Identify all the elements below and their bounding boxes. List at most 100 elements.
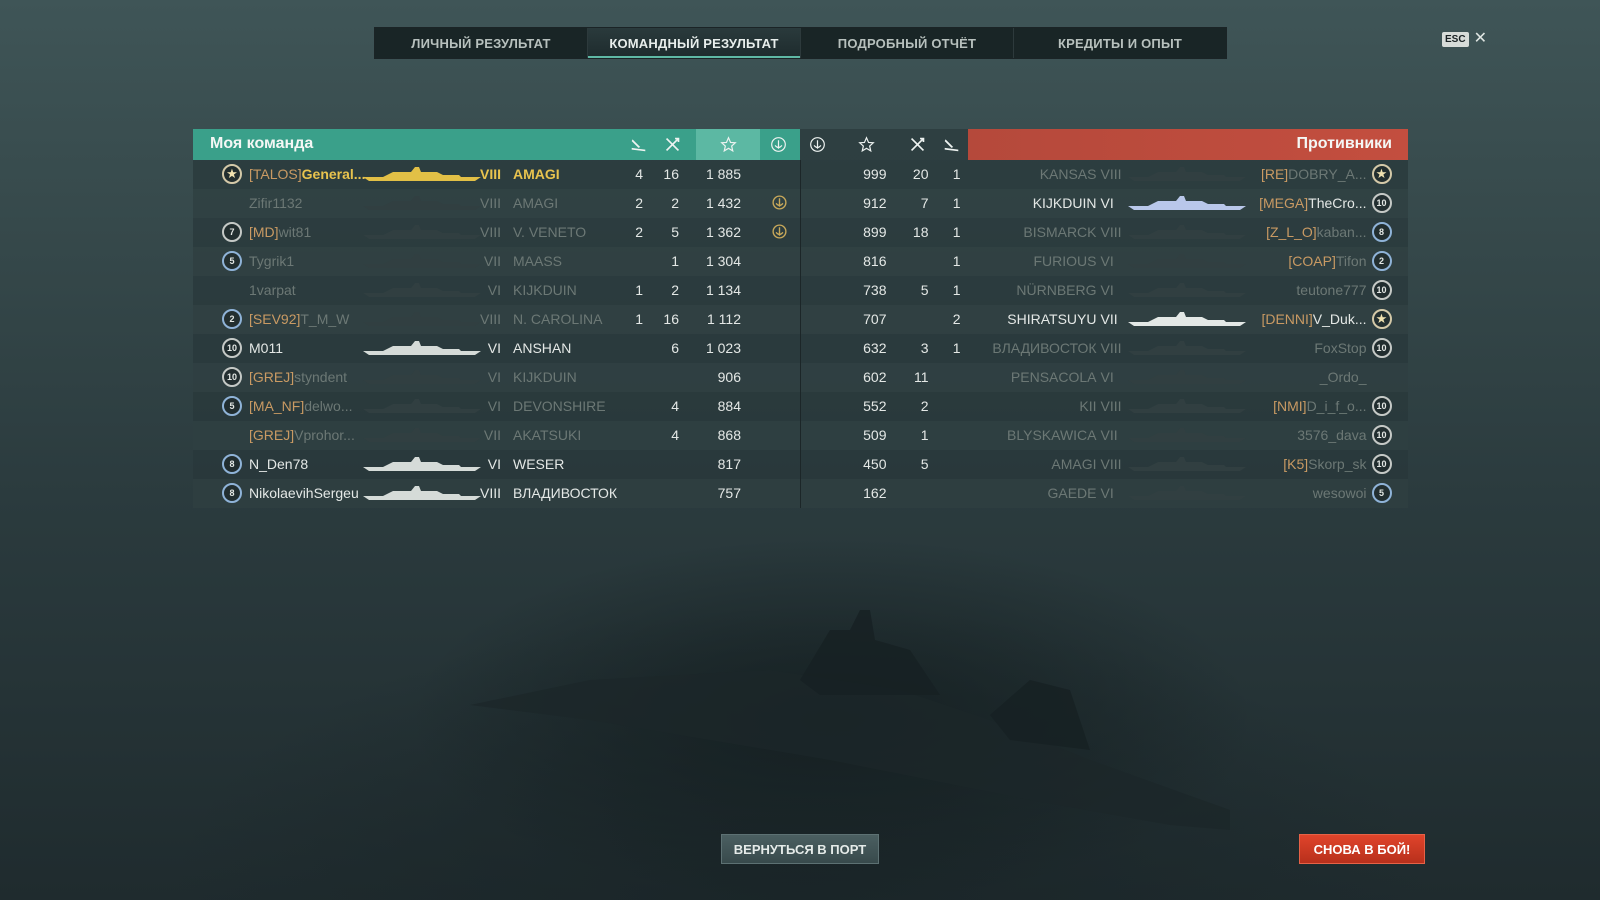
tab-credits-and-xp[interactable]: КРЕДИТЫ И ОПЫТ — [1014, 28, 1226, 58]
ship-tier: VI — [1100, 195, 1114, 211]
table-header: Моя команда Противники — [193, 129, 1408, 160]
clan-tag: [DENNI] — [1261, 311, 1313, 327]
player-name: D_i_f_o... — [1306, 398, 1367, 414]
planes-icon — [621, 129, 655, 160]
return-to-port-button[interactable]: ВЕРНУТЬСЯ В ПОРТ — [721, 834, 879, 864]
enemy-team-player[interactable]: 912 7 1 KIJKDUIN VI [MEGA]TheCro... 10 — [799, 189, 1409, 218]
my-team-player[interactable]: 1varpat VI KIJKDUIN 1 2 1 134 — [193, 276, 800, 305]
ship-silhouette-icon — [1127, 456, 1246, 472]
enemy-team-player[interactable]: 509 1 BLYSKAWICA VII 3576_dava 10 — [799, 421, 1409, 450]
close-button[interactable]: ESC ✕ — [1442, 31, 1487, 47]
ships-destroyed: 5 — [920, 282, 929, 298]
rank-badge-icon: 10 — [1371, 454, 1392, 474]
enemy-team-player[interactable]: 162 GAEDE VI wesowoi 5 — [799, 479, 1409, 508]
ship-tier: VI — [487, 282, 501, 298]
ship-name: KII — [1079, 398, 1097, 414]
ship-silhouette-icon — [363, 224, 481, 240]
my-team-player[interactable]: Zifir1132 VIII AMAGI 2 2 1 432 — [193, 189, 800, 218]
clan-tag: [MA_NF] — [249, 398, 305, 414]
player-name: 1varpat — [249, 282, 296, 298]
my-team-player[interactable]: [GREJ]Vprohor... VII AKATSUKI 4 868 — [193, 421, 800, 450]
my-team-player[interactable]: 8 N_Den78 VI WESER 817 — [193, 450, 800, 479]
ships-destroyed: 1 — [671, 253, 679, 269]
ship-silhouette-icon — [1127, 166, 1246, 182]
enemy-team-player[interactable]: 707 2 SHIRATSUYU VII [DENNI]V_Duk... ★ — [799, 305, 1409, 334]
rank-badge-icon: 10 — [1371, 193, 1392, 213]
ship-tier: VI — [487, 456, 501, 472]
my-team-player[interactable]: 5 Tygrik1 VII MAASS 1 1 304 — [193, 247, 800, 276]
my-team-player[interactable]: 7 [MD]wit81 VIII V. VENETO 2 5 1 362 — [193, 218, 800, 247]
base-xp: 1 134 — [705, 282, 741, 298]
rank-badge-icon: ★ — [222, 164, 242, 184]
player-name: Skorp_sk — [1308, 456, 1367, 472]
base-xp: 999 — [863, 166, 887, 182]
close-icon: ✕ — [1473, 30, 1487, 47]
table-row: 5 Tygrik1 VII MAASS 1 1 304 816 1 FURIOUS VI [COAP… — [193, 247, 1408, 276]
my-team-player[interactable]: 2 [SEV92]T_M_W VIII N. CAROLINA 1 16 1 112 — [193, 305, 800, 334]
rank-badge-icon: 10 — [1371, 425, 1392, 445]
base-xp: 1 885 — [705, 166, 741, 182]
ship-name: FURIOUS — [1033, 253, 1097, 269]
player-name: DOBRY_A... — [1288, 166, 1367, 182]
base-xp: 868 — [717, 427, 741, 443]
ship-name: ВЛАДИВОСТОК — [513, 485, 618, 501]
clan-tag: [K5] — [1283, 456, 1309, 472]
rank-badge-icon: 5 — [1371, 483, 1392, 503]
rank-badge-icon: 2 — [1371, 251, 1392, 271]
ship-silhouette-icon — [363, 427, 481, 443]
enemy-team-player[interactable]: 816 1 FURIOUS VI [COAP]Tifon 2 — [799, 247, 1409, 276]
enemy-team-player[interactable]: 899 18 1 BISMARCK VIII [Z_L_O]kaban... 8 — [799, 218, 1409, 247]
enemy-team-player[interactable]: 552 2 KII VIII [NMI]D_i_f_o... 10 — [799, 392, 1409, 421]
ship-name: ANSHAN — [513, 340, 572, 356]
player-name: FoxStop — [1314, 340, 1367, 356]
base-xp: 552 — [863, 398, 887, 414]
ship-name: AMAGI — [513, 195, 559, 211]
enemy-team-player[interactable]: 999 20 1 KANSAS VIII [RE]DOBRY_A... ★ — [799, 160, 1409, 189]
tab-personal-result[interactable]: ЛИЧНЫЙ РЕЗУЛЬТАТ — [375, 28, 588, 58]
background-ship-image — [470, 610, 1230, 830]
battle-again-button[interactable]: СНОВА В БОЙ! — [1299, 834, 1425, 864]
enemy-team-player[interactable]: 450 5 AMAGI VIII [K5]Skorp_sk 10 — [799, 450, 1409, 479]
ship-silhouette-icon — [363, 282, 481, 298]
planes-destroyed: 2 — [635, 195, 643, 211]
ship-tier: VIII — [1100, 456, 1122, 472]
ships-destroyed: 4 — [671, 398, 679, 414]
ship-silhouette-icon — [1127, 485, 1246, 501]
base-xp: 1 304 — [705, 253, 741, 269]
rank-badge-icon: 10 — [222, 338, 242, 358]
table-row: 8 N_Den78 VI WESER 817 450 5 AMAGI VIII [K5]Skorp… — [193, 450, 1408, 479]
tab-detailed-report[interactable]: ПОДРОБНЫЙ ОТЧЁТ — [801, 28, 1014, 58]
my-team-player[interactable]: 5 [MA_NF]delwo... VI DEVONSHIRE 4 884 — [193, 392, 800, 421]
ship-silhouette-icon — [363, 195, 481, 211]
anchor-icon — [771, 223, 788, 240]
rank-badge-icon: 10 — [1371, 396, 1392, 416]
anchor-icon — [771, 194, 788, 211]
base-xp: 632 — [863, 340, 887, 356]
base-xp: 1 432 — [705, 195, 741, 211]
tab-team-result[interactable]: КОМАНДНЫЙ РЕЗУЛЬТАТ — [588, 28, 801, 58]
my-team-player[interactable]: ★ [TALOS]General... VIII AMAGI 4 16 1 885 — [193, 160, 800, 189]
clan-tag: [NMI] — [1273, 398, 1307, 414]
my-team-title: Моя команда — [210, 135, 314, 152]
ship-tier: VI — [1100, 282, 1114, 298]
player-name: General... — [301, 166, 366, 182]
base-xp: 1 023 — [705, 340, 741, 356]
base-xp: 899 — [863, 224, 887, 240]
base-xp: 162 — [863, 485, 887, 501]
ship-silhouette-icon — [363, 456, 481, 472]
my-team-player[interactable]: 10 [GREJ]styndent VI KIJKDUIN 906 — [193, 363, 800, 392]
my-team-player[interactable]: 10 M011 VI ANSHAN 6 1 023 — [193, 334, 800, 363]
table-row: 7 [MD]wit81 VIII V. VENETO 2 5 1 362 899 18 1 BISM… — [193, 218, 1408, 247]
table-row: 8 NikolaevihSergeu VIII ВЛАДИВОСТОК 757 162 GA… — [193, 479, 1408, 508]
enemy-team-player[interactable]: 738 5 1 NÜRNBERG VI teutone777 10 — [799, 276, 1409, 305]
ship-name: KIJKDUIN — [513, 369, 577, 385]
enemy-team-player[interactable]: 602 11 PENSACOLA VI _Ordo_ — [799, 363, 1409, 392]
ship-tier: VIII — [479, 166, 501, 182]
planes-destroyed: 4 — [635, 166, 643, 182]
ship-silhouette-icon — [363, 311, 481, 327]
base-xp: 707 — [863, 311, 887, 327]
my-team-player[interactable]: 8 NikolaevihSergeu VIII ВЛАДИВОСТОК 757 — [193, 479, 800, 508]
ship-name: V. VENETO — [513, 224, 587, 240]
clan-tag: [Z_L_O] — [1266, 224, 1317, 240]
enemy-team-player[interactable]: 632 3 1 ВЛАДИВОСТОК VIII FoxStop 10 — [799, 334, 1409, 363]
